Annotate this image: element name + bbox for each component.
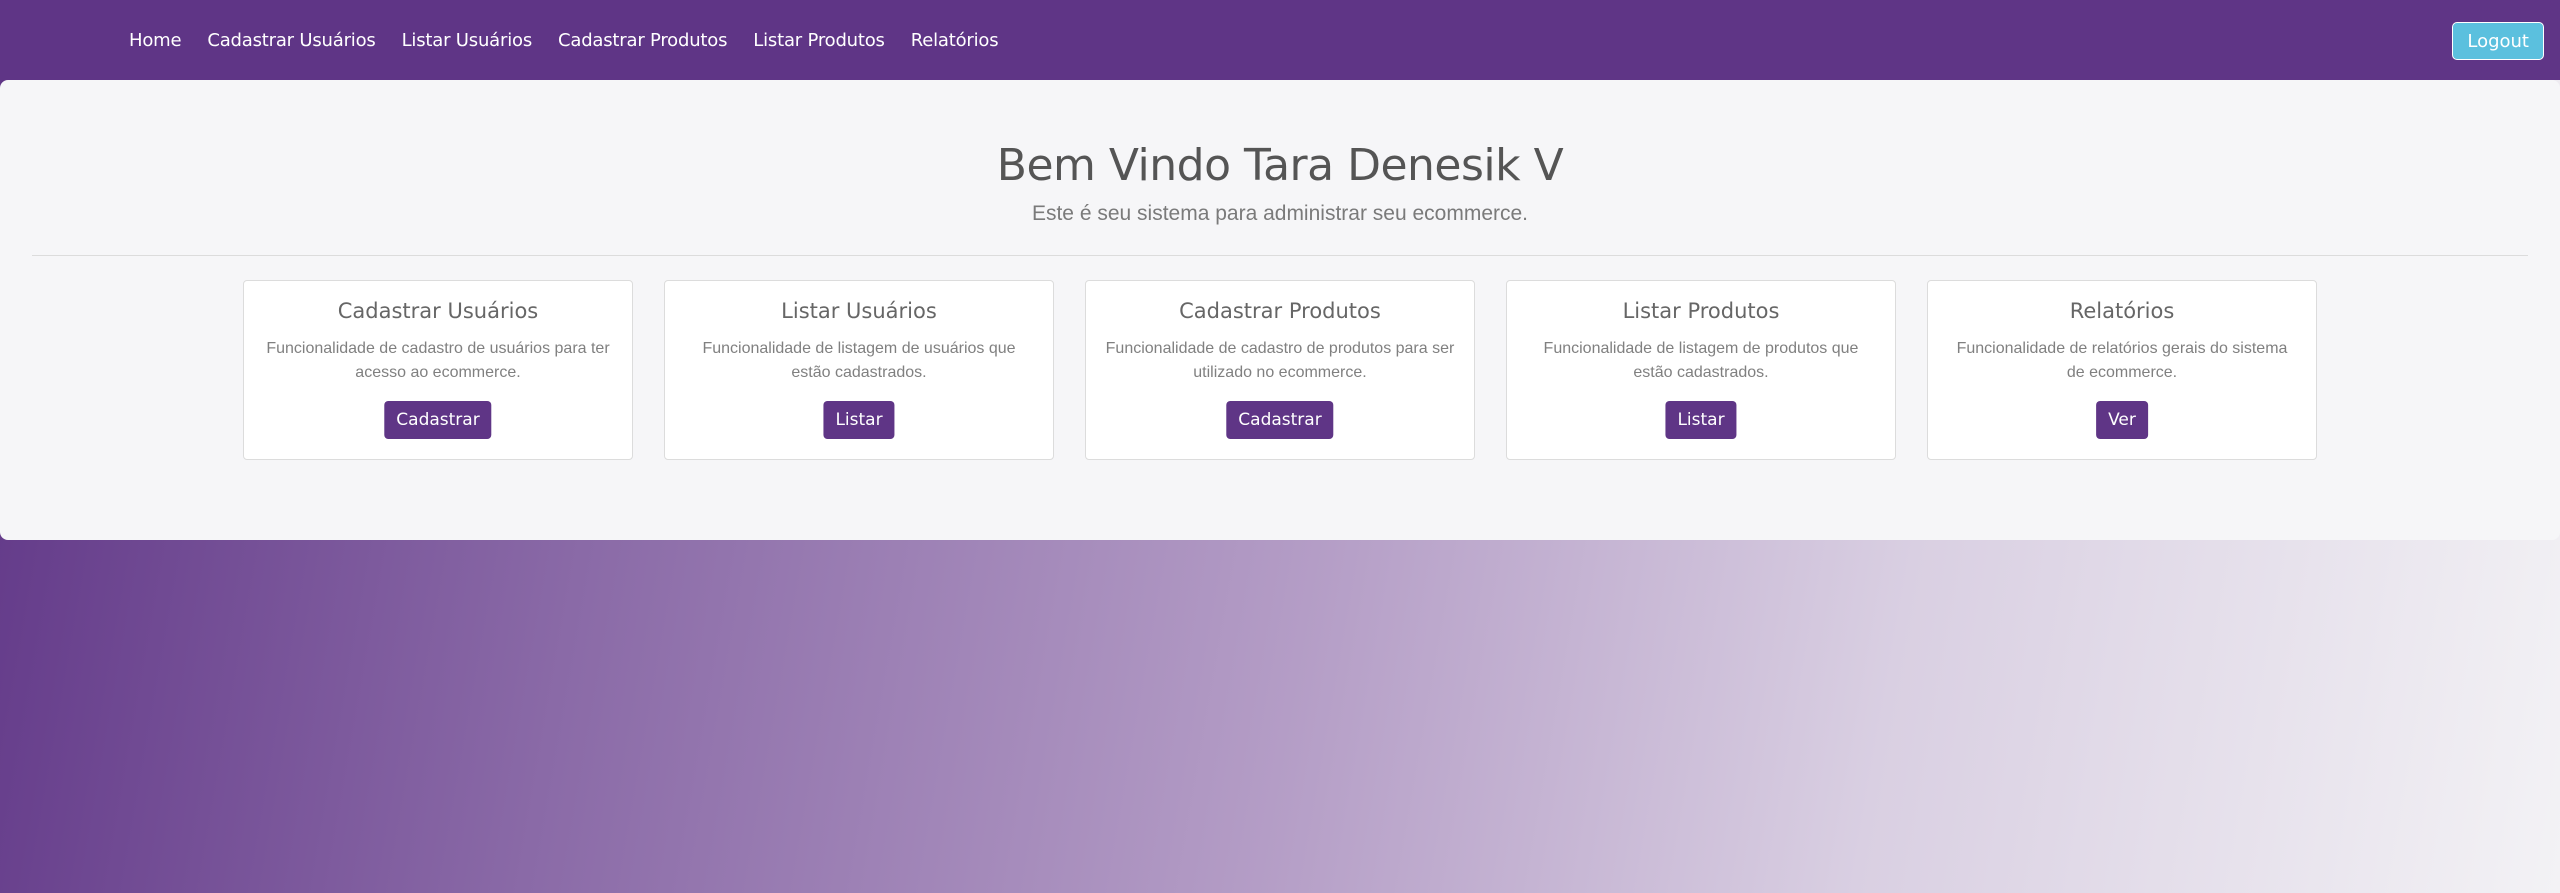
card-cadastrar-usuarios: Cadastrar Usuários Funcionalidade de cad…	[243, 280, 633, 460]
nav-link-relatorios[interactable]: Relatórios	[911, 30, 999, 51]
cadastrar-produtos-button[interactable]: Cadastrar	[1226, 401, 1334, 439]
cadastrar-usuarios-button[interactable]: Cadastrar	[384, 401, 492, 439]
nav-link-home[interactable]: Home	[129, 30, 182, 51]
feature-cards: Cadastrar Usuários Funcionalidade de cad…	[243, 280, 2317, 460]
card-text: Funcionalidade de cadastro de produtos p…	[1105, 340, 1455, 381]
card-relatorios: Relatórios Funcionalidade de relatórios …	[1927, 280, 2317, 460]
nav-link-cadastrar-produtos[interactable]: Cadastrar Produtos	[558, 30, 727, 51]
logout-button[interactable]: Logout	[2452, 22, 2544, 60]
card-title: Relatórios	[2069, 299, 2175, 323]
nav-link-listar-produtos[interactable]: Listar Produtos	[753, 30, 885, 51]
welcome-subtitle: Este é seu sistema para administrar seu …	[1031, 202, 1529, 225]
card-cadastrar-produtos: Cadastrar Produtos Funcionalidade de cad…	[1085, 280, 1475, 460]
navbar: Home Cadastrar Usuários Listar Usuários …	[0, 0, 2560, 80]
card-title: Listar Produtos	[1622, 299, 1780, 323]
card-title: Listar Usuários	[781, 299, 937, 323]
card-title: Cadastrar Usuários	[337, 299, 539, 323]
divider	[32, 255, 2528, 256]
listar-produtos-button[interactable]: Listar	[1665, 401, 1737, 439]
card-text: Funcionalidade de listagem de produtos q…	[1543, 340, 1859, 381]
card-text: Funcionalidade de listagem de usuários q…	[702, 340, 1016, 381]
welcome-title: Bem Vindo Tara Denesik V	[996, 140, 1564, 191]
card-text: Funcionalidade de relatórios gerais do s…	[1956, 340, 2288, 381]
nav-link-cadastrar-usuarios[interactable]: Cadastrar Usuários	[207, 30, 375, 51]
ver-relatorios-button[interactable]: Ver	[2096, 401, 2148, 439]
listar-usuarios-button[interactable]: Listar	[823, 401, 895, 439]
card-title: Cadastrar Produtos	[1179, 299, 1381, 323]
main-panel: Bem Vindo Tara Denesik V Este é seu sist…	[0, 80, 2560, 540]
card-listar-produtos: Listar Produtos Funcionalidade de listag…	[1506, 280, 1896, 460]
card-listar-usuarios: Listar Usuários Funcionalidade de listag…	[664, 280, 1054, 460]
nav-link-listar-usuarios[interactable]: Listar Usuários	[402, 30, 533, 51]
card-text: Funcionalidade de cadastro de usuários p…	[266, 340, 610, 381]
nav-links: Home Cadastrar Usuários Listar Usuários …	[129, 0, 999, 80]
